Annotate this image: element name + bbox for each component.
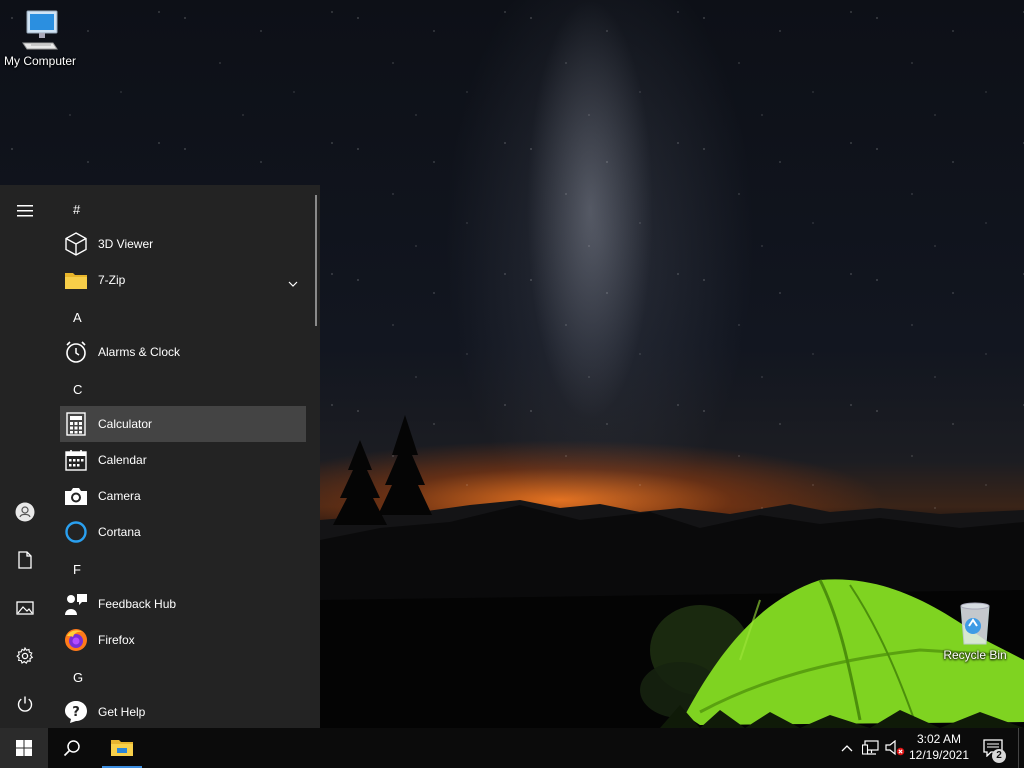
app-name: 3D Viewer xyxy=(98,237,154,251)
cube-icon xyxy=(64,232,88,256)
chevron-down-icon[interactable] xyxy=(288,274,298,292)
app-name: Calendar xyxy=(98,453,147,467)
taskbar: 3:02 AM 12/19/2021 2 xyxy=(0,728,1024,768)
app-get-help[interactable]: ? Get Help xyxy=(60,694,306,728)
documents-button[interactable] xyxy=(0,537,50,583)
feedback-icon xyxy=(64,592,88,616)
alarm-clock-icon xyxy=(64,340,88,364)
pictures-button[interactable] xyxy=(0,585,50,631)
document-icon xyxy=(18,551,32,569)
app-camera[interactable]: Camera xyxy=(60,478,306,514)
user-icon xyxy=(15,502,35,522)
clock[interactable]: 3:02 AM 12/19/2021 xyxy=(905,728,973,768)
app-name: Calculator xyxy=(98,417,153,431)
app-3d-viewer[interactable]: 3D Viewer xyxy=(60,226,306,262)
app-list: # 3D Viewer 7-Zip A Alarms & Clock C Cal… xyxy=(50,185,320,728)
app-alarms-clock[interactable]: Alarms & Clock xyxy=(60,334,306,370)
desktop-icon-recycle-bin[interactable]: Recycle Bin xyxy=(935,600,1015,662)
calendar-icon xyxy=(64,448,88,472)
app-list-scrollbar[interactable] xyxy=(315,195,317,326)
letter-header-c[interactable]: C xyxy=(60,372,306,408)
network-button[interactable] xyxy=(859,728,883,768)
app-name: Feedback Hub xyxy=(98,597,177,611)
letter-header-hash[interactable]: # xyxy=(60,192,306,228)
letter-header-a[interactable]: A xyxy=(60,300,306,336)
app-calculator[interactable]: Calculator xyxy=(60,406,306,442)
show-desktop-button[interactable] xyxy=(1018,728,1024,768)
power-icon xyxy=(17,696,33,712)
app-name: Camera xyxy=(98,489,141,503)
volume-muted-icon xyxy=(885,740,905,756)
calculator-icon xyxy=(64,412,88,436)
search-button[interactable] xyxy=(48,728,96,768)
picture-icon xyxy=(16,601,34,615)
firefox-icon xyxy=(64,628,88,652)
expand-menu-button[interactable] xyxy=(0,188,50,234)
account-button[interactable] xyxy=(0,489,50,535)
desktop-icon-label: My Computer xyxy=(3,54,77,68)
letter-header-g[interactable]: G xyxy=(60,660,306,696)
file-explorer-button[interactable] xyxy=(98,728,146,768)
file-explorer-icon xyxy=(111,740,133,756)
camera-icon xyxy=(64,484,88,508)
chevron-up-icon xyxy=(841,745,853,752)
start-menu-rail xyxy=(0,185,50,728)
app-firefox[interactable]: Firefox xyxy=(60,622,306,658)
clock-date: 12/19/2021 xyxy=(908,748,970,762)
clock-time: 3:02 AM xyxy=(916,732,962,746)
power-button[interactable] xyxy=(0,681,50,727)
notification-count-badge: 2 xyxy=(992,749,1006,763)
app-name: Firefox xyxy=(98,633,135,647)
recycle-bin-icon xyxy=(960,602,990,645)
desktop-icon-my-computer[interactable]: My Computer xyxy=(0,8,80,68)
settings-button[interactable] xyxy=(0,633,50,679)
computer-icon xyxy=(22,10,58,50)
gear-icon xyxy=(16,647,34,665)
svg-text:?: ? xyxy=(72,705,80,720)
app-name: Get Help xyxy=(98,705,146,719)
app-cortana[interactable]: Cortana xyxy=(60,514,306,550)
folder-icon xyxy=(64,268,88,292)
app-calendar[interactable]: Calendar xyxy=(60,442,306,478)
letter-header-f[interactable]: F xyxy=(60,552,306,588)
desktop-icon-label: Recycle Bin xyxy=(943,648,1007,662)
network-icon xyxy=(862,740,879,755)
action-center-button[interactable]: 2 xyxy=(978,728,1008,768)
hamburger-icon xyxy=(17,205,33,217)
app-7-zip[interactable]: 7-Zip xyxy=(60,262,306,298)
cortana-ring-icon xyxy=(64,520,88,544)
start-menu: # 3D Viewer 7-Zip A Alarms & Clock C Cal… xyxy=(0,185,320,728)
app-name: Cortana xyxy=(98,525,141,539)
start-button[interactable] xyxy=(0,728,48,768)
help-chat-icon: ? xyxy=(64,700,88,724)
volume-button[interactable] xyxy=(883,728,907,768)
windows-logo-icon xyxy=(16,740,32,756)
app-feedback-hub[interactable]: Feedback Hub xyxy=(60,586,306,622)
app-name: Alarms & Clock xyxy=(98,345,181,359)
search-icon xyxy=(63,740,80,757)
app-name: 7-Zip xyxy=(98,273,126,287)
show-hidden-icons-button[interactable] xyxy=(835,728,859,768)
